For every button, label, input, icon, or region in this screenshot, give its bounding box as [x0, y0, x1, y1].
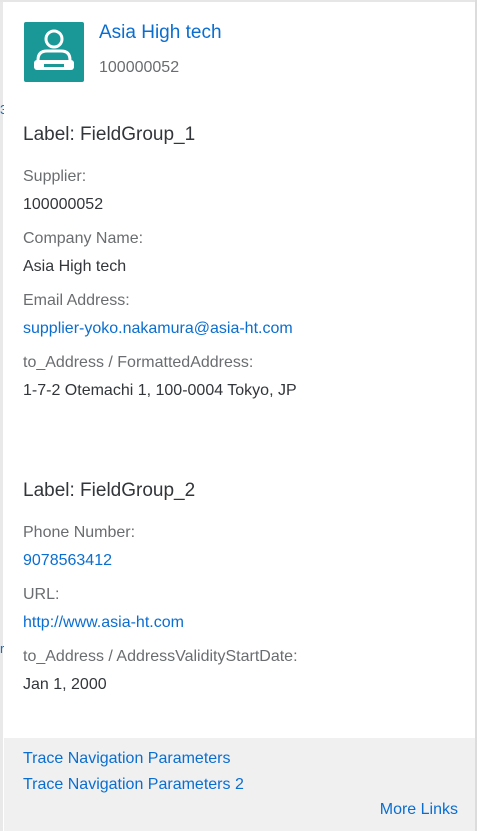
field-url: URL: http://www.asia-ht.com	[23, 585, 463, 633]
trace-navigation-parameters-link[interactable]: Trace Navigation Parameters	[23, 749, 231, 769]
field-phone-number: Phone Number: 9078563412	[23, 523, 463, 571]
header-title-link[interactable]: Asia High tech	[99, 20, 222, 46]
trace-navigation-parameters-2-link[interactable]: Trace Navigation Parameters 2	[23, 775, 244, 795]
field-label: to_Address / AddressValidityStartDate:	[23, 648, 298, 665]
field-supplier: Supplier: 100000052	[23, 167, 463, 215]
field-label: Email Address:	[23, 292, 130, 309]
field-email-address: Email Address: supplier-yoko.nakamura@as…	[23, 291, 463, 339]
field-address-validity-start-date: to_Address / AddressValidityStartDate: J…	[23, 647, 463, 695]
background-edge	[0, 0, 3, 831]
field-company-name: Company Name: Asia High tech	[23, 229, 463, 277]
page: 3 r Asia High tech 100000052 Label: Fiel…	[0, 0, 477, 831]
field-value: Asia High tech	[23, 258, 127, 275]
field-label: URL:	[23, 586, 60, 603]
group-title: Label: FieldGroup_1	[23, 124, 196, 145]
avatar	[24, 22, 84, 82]
person-icon	[34, 29, 74, 70]
field-value: 1-7-2 Otemachi 1, 100-0004 Tokyo, JP	[23, 382, 297, 399]
quick-view-header: Asia High tech 100000052	[24, 20, 464, 86]
group-title: Label: FieldGroup_2	[23, 480, 196, 501]
quick-view-footer: Trace Navigation Parameters Trace Naviga…	[4, 738, 475, 831]
field-group-2: Label: FieldGroup_2 Phone Number: 907856…	[23, 479, 463, 709]
field-formatted-address: to_Address / FormattedAddress: 1-7-2 Ote…	[23, 353, 463, 401]
field-label: Supplier:	[23, 168, 87, 185]
email-link[interactable]: supplier-yoko.nakamura@asia-ht.com	[23, 319, 463, 339]
field-group-1: Label: FieldGroup_1 Supplier: 100000052 …	[23, 123, 463, 415]
quick-view-popover: Asia High tech 100000052 Label: FieldGro…	[4, 2, 475, 831]
field-label: Phone Number:	[23, 524, 136, 541]
more-links-button[interactable]: More Links	[380, 800, 458, 820]
phone-link[interactable]: 9078563412	[23, 551, 463, 571]
header-subtitle: 100000052	[99, 59, 180, 76]
url-link[interactable]: http://www.asia-ht.com	[23, 613, 463, 633]
field-label: Company Name:	[23, 230, 144, 247]
field-value: Jan 1, 2000	[23, 676, 107, 693]
field-label: to_Address / FormattedAddress:	[23, 354, 254, 371]
field-value: 100000052	[23, 196, 104, 213]
